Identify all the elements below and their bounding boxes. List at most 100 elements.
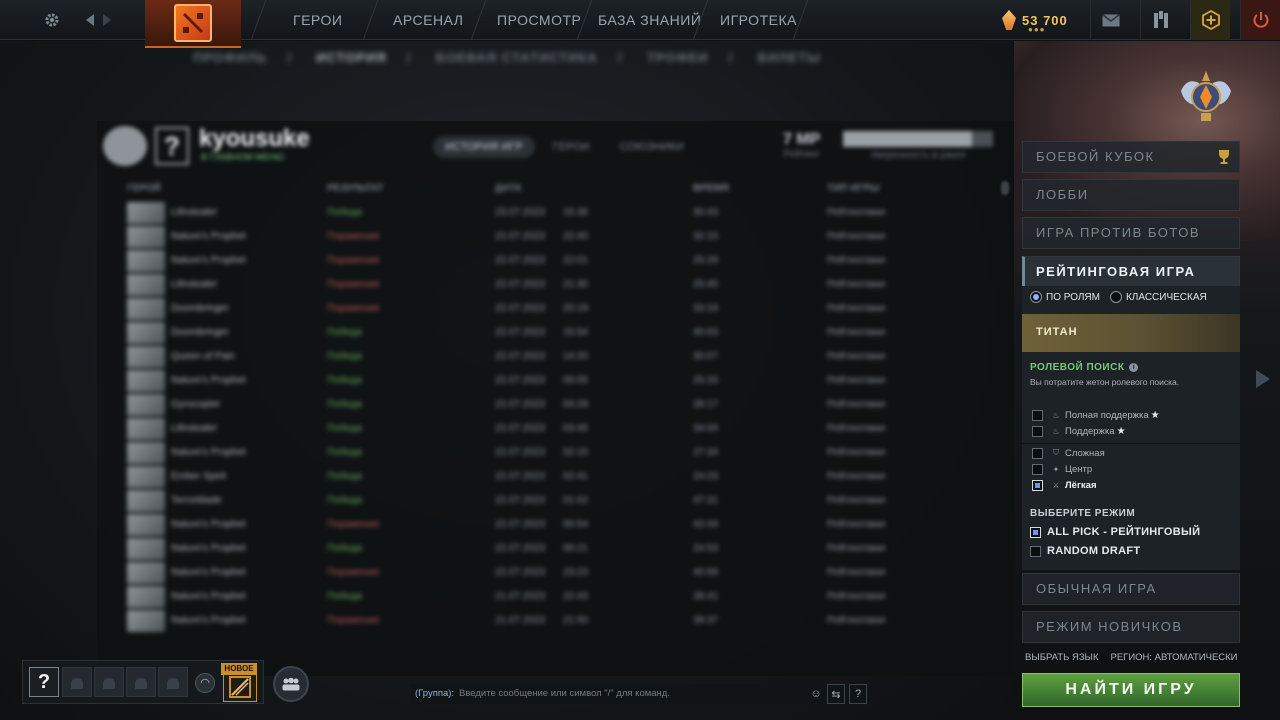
table-row[interactable]: Queen of Pain Победа 22.07.2023 14:20 30:07 Р… (97, 345, 1017, 369)
shards-counter[interactable]: 53 700 ●●● (1002, 6, 1092, 34)
table-row[interactable]: Nature's Prophet Поражение 22.07.2023 00:54… (97, 513, 1017, 537)
radio-role-queue[interactable] (1030, 291, 1042, 303)
cell-duration: 30:43 (693, 207, 719, 218)
mode-all-pick-checkbox[interactable] (1030, 526, 1041, 538)
party-slot-empty[interactable] (158, 667, 188, 697)
role-hard-support-checkbox[interactable] (1032, 409, 1043, 421)
table-row[interactable]: Nature's Prophet Победа 22.07.2023 02:15 27:… (97, 441, 1017, 465)
table-row[interactable]: Terrorblade Победа 22.07.2023 01:02 47:31 Рей… (97, 489, 1017, 513)
mode-new-player[interactable]: РЕЖИМ НОВИЧКОВ (1022, 611, 1240, 643)
party-slot-empty[interactable] (94, 667, 124, 697)
table-row[interactable]: Lifestealer Победа 23.07.2023 15:36 30:43 Рей… (97, 201, 1017, 225)
table-row[interactable]: Gyrocopter Победа 22.07.2023 04:28 28:17 Рейт… (97, 393, 1017, 417)
cell-duration: 32:15 (693, 231, 719, 242)
col-date[interactable]: ДАТА (495, 183, 522, 194)
table-row[interactable]: Nature's Prophet Поражение 21.07.2023 21:50… (97, 609, 1017, 633)
radio-classic-label[interactable]: КЛАССИЧЕСКАЯ (1126, 292, 1207, 303)
table-scrollbar[interactable] (1001, 181, 1009, 195)
table-row[interactable]: Nature's Prophet Поражение 22.07.2023 22:01… (97, 249, 1017, 273)
subnav-profile[interactable]: ПРОФИЛЬ (193, 50, 267, 65)
radio-role-queue-label[interactable]: ПО РОЛЯМ (1046, 292, 1100, 303)
tab-match-history[interactable]: ИСТОРИЯ ИГР (433, 136, 535, 158)
hero-portrait (127, 418, 165, 440)
role-mid[interactable]: ✦ Центр (1022, 461, 1240, 477)
nav-heroes[interactable]: ГЕРОИ (293, 0, 342, 40)
col-game-type[interactable]: ТИП ИГРЫ (827, 183, 880, 194)
chat-input-bar[interactable]: (Группа): Введите сообщение или символ "… (411, 684, 872, 704)
table-row[interactable]: Nature's Prophet Победа 22.07.2023 05:05 25:… (97, 369, 1017, 393)
nav-arsenal[interactable]: АРСЕНАЛ (393, 0, 463, 40)
table-row[interactable]: Ember Spirit Победа 22.07.2023 02:41 24:23 Ре… (97, 465, 1017, 489)
power-button[interactable] (1240, 0, 1280, 40)
mode-bots[interactable]: ИГРА ПРОТИВ БОТОВ (1022, 217, 1240, 249)
role-safelane-checkbox[interactable] (1032, 479, 1043, 491)
table-row[interactable]: Nature's Prophet Поражение 22.07.2023 22:40… (97, 225, 1017, 249)
person-icon (71, 678, 83, 689)
mode-battle-cup[interactable]: БОЕВОЙ КУБОК (1022, 141, 1240, 173)
mode-random-draft-checkbox[interactable] (1030, 545, 1041, 557)
gear-icon[interactable] (40, 8, 64, 32)
shards-icon (1002, 10, 1016, 30)
mode-ranked[interactable]: РЕЙТИНГОВАЯ ИГРА (1022, 256, 1240, 288)
table-row[interactable]: Nature's Prophet Поражение 22.07.2023 23:23… (97, 561, 1017, 585)
party-slot-empty[interactable] (62, 667, 92, 697)
region-link[interactable]: РЕГИОН: АВТОМАТИЧЕСКИ (1111, 652, 1238, 663)
voice-chat-icon[interactable]: ◠ (195, 673, 215, 693)
subnav-trophies[interactable]: ТРОФЕИ (647, 50, 709, 65)
tab-allies[interactable]: СОЮЗНИКИ (608, 136, 696, 158)
role-support-checkbox[interactable] (1032, 425, 1043, 437)
mode-random-draft[interactable]: RANDOM DRAFT (1030, 543, 1140, 559)
table-row[interactable]: Lifestealer Поражение 22.07.2023 21:30 25:45… (97, 273, 1017, 297)
mail-button[interactable] (1090, 0, 1130, 40)
tab-heroes[interactable]: ГЕРОИ (541, 136, 602, 158)
chat-input[interactable]: Введите сообщение или символ "/" для ком… (459, 688, 670, 699)
find-match-button[interactable]: НАЙТИ ИГРУ (1022, 673, 1240, 707)
table-row[interactable]: Nature's Prophet Победа 22.07.2023 00:21 24:… (97, 537, 1017, 561)
cell-hero: Queen of Pain (171, 351, 235, 362)
avatar[interactable] (103, 126, 147, 166)
role-hard-support[interactable]: ♨ Полная поддержка ★ (1022, 407, 1240, 423)
table-row[interactable]: Doombringer Поражение 22.07.2023 20:19 33:19… (97, 297, 1017, 321)
panel-collapse-arrow-icon[interactable] (1256, 370, 1270, 388)
table-row[interactable]: Doombringer Победа 22.07.2023 15:54 40:03 Рей… (97, 321, 1017, 345)
cell-time: 00:54 (563, 519, 589, 530)
mode-unranked[interactable]: ОБЫЧНАЯ ИГРА (1022, 573, 1240, 605)
armory-button[interactable] (1140, 0, 1180, 40)
info-icon[interactable]: i (1129, 363, 1139, 372)
chat-wheel-icon[interactable]: ⇆ (827, 684, 845, 704)
nav-knowledge-base[interactable]: БАЗА ЗНАНИЙ (598, 0, 701, 40)
role-safelane[interactable]: ⚔ Лёгкая (1022, 477, 1240, 493)
table-row[interactable]: Nature's Prophet Победа 21.07.2023 22:43 28:… (97, 585, 1017, 609)
help-icon[interactable]: ? (849, 684, 867, 704)
col-result[interactable]: РЕЗУЛЬТАТ (327, 183, 384, 194)
col-hero[interactable]: ГЕРОЙ (127, 183, 161, 194)
radio-classic[interactable] (1109, 291, 1122, 303)
col-duration[interactable]: ВРЕМЯ (693, 183, 729, 194)
subnav-separator: / (287, 50, 292, 65)
party-slot-empty[interactable] (126, 667, 156, 697)
party-slot-me[interactable]: ? (29, 667, 59, 697)
role-support[interactable]: ♨ Поддержка ★ (1022, 423, 1240, 439)
select-language-link[interactable]: ВЫБРАТЬ ЯЗЫК (1025, 652, 1099, 663)
cell-hero: Nature's Prophet (171, 615, 246, 626)
subnav-tickets[interactable]: БИЛЕТЫ (758, 50, 821, 65)
role-offlane-checkbox[interactable] (1032, 447, 1043, 459)
dota-logo-tab[interactable] (145, 0, 241, 48)
chat-channel[interactable]: (Группа): (415, 688, 454, 699)
role-mid-checkbox[interactable] (1032, 463, 1043, 475)
hero-portrait (127, 562, 165, 584)
mode-all-pick-ranked[interactable]: ALL PICK - РЕЙТИНГОВЫЙ (1030, 524, 1200, 540)
subnav-combat-stats[interactable]: БОЕВАЯ СТАТИСТИКА (436, 50, 598, 65)
forward-icon[interactable] (95, 8, 119, 32)
mode-lobby[interactable]: ЛОББИ (1022, 179, 1240, 211)
role-offlane[interactable]: ⛉ Сложная (1022, 445, 1240, 461)
nav-watch[interactable]: ПРОСМОТР (497, 0, 581, 40)
nav-arcade[interactable]: ИГРОТЕКА (720, 0, 797, 40)
emoji-icon[interactable]: ☺ (807, 684, 825, 704)
plus-button[interactable] (1190, 0, 1230, 40)
table-row[interactable]: Lifestealer Победа 22.07.2023 03:45 34:04 Рей… (97, 417, 1017, 441)
cell-game-type: Рейтинговая (827, 615, 886, 626)
table-body: Lifestealer Победа 23.07.2023 15:36 30:43 Рей… (97, 201, 1017, 633)
subnav-history[interactable]: ИСТОРИЯ (316, 50, 387, 65)
find-group-button[interactable] (273, 666, 309, 702)
